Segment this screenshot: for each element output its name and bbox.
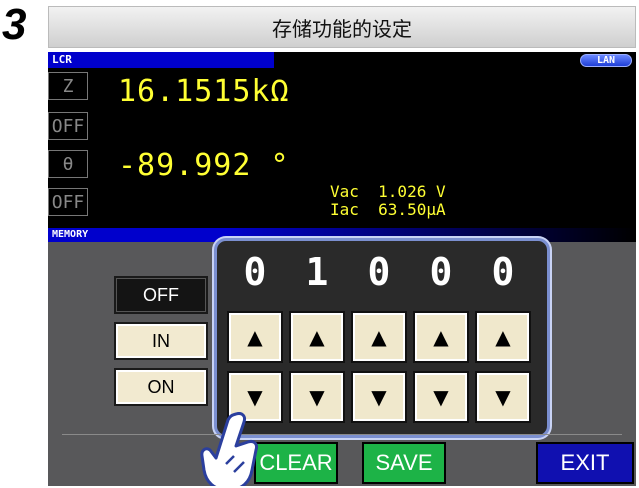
divider [62,434,622,435]
mode-on-button[interactable]: ON [114,368,208,406]
digit-3: 0 [367,250,391,294]
digit-5-up-button[interactable]: ▲ [475,311,531,363]
memory-count-setter: 0 1 0 0 0 ▲ ▲ ▲ ▲ ▲ ▼ ▼ ▼ ▼ ▼ [214,238,550,438]
save-button[interactable]: SAVE [362,442,446,484]
digit-3-down-button[interactable]: ▼ [351,371,407,423]
iac-readout: Iac 63.50μA [330,200,446,219]
digit-2: 1 [305,250,329,294]
vac-readout: Vac 1.026 V [330,182,446,201]
status-bar: LCR LAN [48,52,636,68]
mode-off-button[interactable]: OFF [114,276,208,314]
param1-label[interactable]: Z [48,72,88,100]
page-title: 存储功能的设定 [48,6,636,48]
instrument-screen: LCR LAN Z OFF 16.1515kΩ θ OFF -89.992 ° … [48,52,636,486]
digit-4: 0 [429,250,453,294]
digit-1-up-button[interactable]: ▲ [227,311,283,363]
memory-section-label: MEMORY [52,229,89,240]
digit-1: 0 [243,250,267,294]
digit-2-down-button[interactable]: ▼ [289,371,345,423]
param2-toggle[interactable]: OFF [48,188,88,216]
exit-button[interactable]: EXIT [536,442,634,484]
lan-indicator: LAN [580,54,632,67]
digit-5: 0 [491,250,515,294]
param2-label[interactable]: θ [48,150,88,178]
step-number: 3 [2,0,27,49]
mode-in-button[interactable]: IN [114,322,208,360]
param1-toggle[interactable]: OFF [48,112,88,140]
digit-4-down-button[interactable]: ▼ [413,371,469,423]
param2-value: -89.992 ° [118,148,290,183]
digit-5-down-button[interactable]: ▼ [475,371,531,423]
digit-2-up-button[interactable]: ▲ [289,311,345,363]
pointing-hand-icon [200,412,258,486]
param1-value: 16.1515kΩ [118,74,290,109]
digit-4-up-button[interactable]: ▲ [413,311,469,363]
digit-3-up-button[interactable]: ▲ [351,311,407,363]
mode-label: LCR [52,53,72,66]
